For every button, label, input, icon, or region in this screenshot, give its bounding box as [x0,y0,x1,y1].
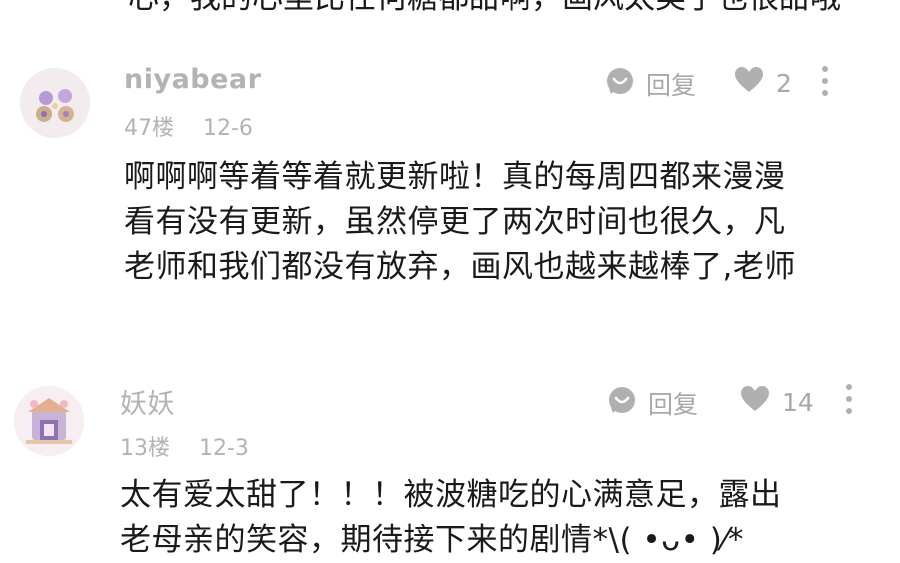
floor-number: 47楼 [124,116,174,141]
comment-meta: 47楼 12-6 [124,110,253,142]
reply-bubble-icon [606,67,634,101]
comment-meta: 13楼 12-3 [120,430,249,462]
previous-comment-text: 心，我的心里比任何糖都甜啊，画风太美了也很甜哦～ [128,0,848,18]
comment-line: 看有没有更新，虽然停更了两次时间也很久，凡 [124,204,786,240]
avatar[interactable] [14,386,84,456]
comment-body: 太有爱太甜了！！！被波糖吃的心满意足，露出 老母亲的笑容，期待接下来的剧情*\(… [120,473,782,563]
more-vertical-icon[interactable] [842,384,856,414]
reply-bubble-icon [608,386,636,420]
like-count: 14 [782,387,814,417]
comment-date: 12-3 [199,436,249,461]
reply-label: 回复 [648,390,699,419]
username[interactable]: niyabear [124,64,261,95]
like-button[interactable]: 2 [734,66,792,100]
reply-label: 回复 [646,71,697,100]
heart-icon [740,385,770,419]
comment-line: 啊啊啊等着等着就更新啦！真的每周四都来漫漫 [124,159,786,195]
comment-date: 12-6 [203,116,253,141]
floor-number: 13楼 [120,436,170,461]
like-count: 2 [776,68,792,98]
comment-line: 老母亲的笑容，期待接下来的剧情*\( •ᴗ• )⁄* [120,522,745,558]
heart-icon [734,66,764,100]
username[interactable]: 妖妖 [120,382,175,421]
avatar[interactable] [20,68,90,138]
comment-body: 啊啊啊等着等着就更新啦！真的每周四都来漫漫 看有没有更新，虽然停更了两次时间也很… [124,155,796,290]
comment-line: 老师和我们都没有放弃，画风也越来越棒了,老师 [124,249,796,285]
reply-button[interactable]: 回复 [608,385,698,421]
reply-button[interactable]: 回复 [606,66,696,102]
comment-line: 太有爱太甜了！！！被波糖吃的心满意足，露出 [120,477,782,513]
like-button[interactable]: 14 [740,385,814,419]
more-vertical-icon[interactable] [818,66,832,96]
